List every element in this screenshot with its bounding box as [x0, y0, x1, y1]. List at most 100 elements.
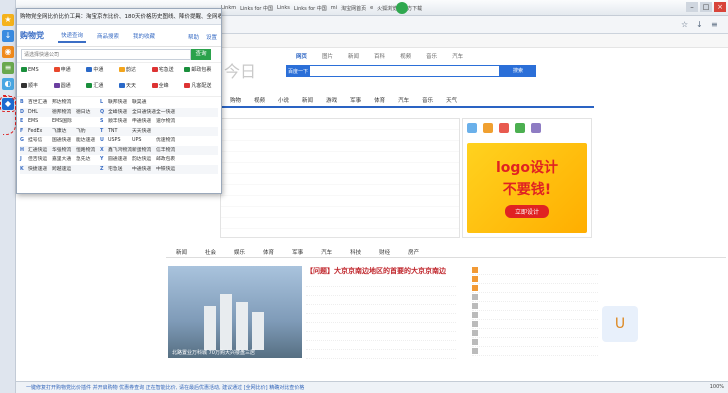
courier-link[interactable]: EMS [28, 117, 52, 127]
u-logo-icon[interactable]: U [602, 306, 638, 342]
favorite-courier[interactable]: 汇通 [86, 81, 119, 90]
courier-link[interactable]: 百世汇通 [28, 98, 52, 108]
bookmark-item[interactable]: Links for 中国 [240, 5, 273, 12]
web-search-input[interactable] [310, 65, 500, 77]
nav-link[interactable]: 军事 [350, 96, 361, 106]
favorite-courier[interactable]: 申通 [53, 65, 87, 74]
nav-link[interactable]: 汽车 [398, 96, 409, 106]
chat-icon[interactable]: ◐ [2, 78, 14, 90]
courier-link[interactable]: 华强物流 [52, 146, 76, 156]
web-search-button[interactable]: 搜索 [500, 65, 536, 77]
search-tab[interactable]: 汽车 [452, 52, 463, 60]
courier-link[interactable]: TNT [108, 127, 132, 137]
query-button[interactable]: 查询 [191, 49, 211, 60]
courier-link[interactable]: USPS [108, 136, 132, 146]
rank-item[interactable] [472, 302, 598, 311]
courier-link[interactable]: 天天快递 [132, 127, 156, 137]
courier-link[interactable]: 嘉里大通 [52, 155, 76, 165]
bookmark-item[interactable]: mi [331, 5, 337, 11]
rank-item[interactable] [472, 311, 598, 320]
favorite-courier[interactable]: 天天 [119, 81, 152, 90]
courier-link[interactable]: 急先达 [76, 155, 100, 165]
news-item[interactable] [306, 314, 456, 323]
download-icon[interactable]: ↓ [2, 30, 14, 42]
courier-link[interactable]: 跨越速运 [52, 165, 76, 175]
courier-link[interactable]: 鑫飞鸿物流 [108, 146, 132, 156]
courier-link[interactable]: 能达速递 [76, 136, 100, 146]
news-item[interactable] [306, 278, 456, 287]
news-category[interactable]: 新闻 [176, 248, 187, 258]
rss-icon[interactable]: ◉ [2, 46, 14, 58]
news-category[interactable]: 娱乐 [234, 248, 245, 258]
news-category[interactable]: 军事 [292, 248, 303, 258]
courier-link[interactable]: 佳吉快运 [28, 155, 52, 165]
zoom-level[interactable]: 100% [710, 384, 724, 390]
courier-link[interactable] [76, 117, 100, 127]
courier-link[interactable]: FedEx [28, 127, 52, 137]
courier-link[interactable]: 德日达 [76, 108, 100, 118]
favorites-star-icon[interactable]: ★ [2, 14, 14, 26]
courier-link[interactable] [76, 165, 100, 175]
news-item[interactable] [306, 287, 456, 296]
search-tab[interactable]: 图片 [322, 52, 333, 60]
nav-link[interactable]: 新闻 [302, 96, 313, 106]
news-item[interactable] [306, 296, 456, 305]
news-image[interactable]: 北路置业万科城 70万购大兴楼盘三居 [168, 266, 302, 358]
courier-link[interactable]: 飞豹 [76, 127, 100, 137]
news-item[interactable] [306, 323, 456, 332]
courier-link[interactable]: 快捷速递 [28, 165, 52, 175]
site-links-grid[interactable] [220, 118, 460, 238]
mail-icon[interactable] [531, 123, 541, 133]
search-tab[interactable]: 视频 [400, 52, 411, 60]
rank-item[interactable] [472, 320, 598, 329]
search-tab[interactable]: 网页 [296, 52, 307, 60]
bookmark-item[interactable]: e [370, 5, 373, 11]
minimize-icon[interactable]: – [686, 2, 698, 12]
close-icon[interactable]: × [714, 2, 726, 12]
tab-favorites[interactable]: 我的收藏 [130, 30, 158, 42]
nav-link[interactable]: 视频 [254, 96, 265, 106]
nav-link[interactable]: 游戏 [326, 96, 337, 106]
news-category[interactable]: 房产 [408, 248, 419, 258]
address-bar[interactable]: ☆ ↓ ≡ [220, 16, 728, 34]
nav-link[interactable]: 体育 [374, 96, 385, 106]
news-item[interactable] [306, 350, 456, 359]
express-company-input[interactable] [21, 49, 191, 60]
courier-link[interactable]: 联邦快递 [108, 98, 132, 108]
bookmark-item[interactable]: 淘宝网首页 [341, 5, 366, 12]
rank-item[interactable] [472, 266, 598, 275]
notes-icon[interactable]: ≡ [2, 62, 14, 74]
courier-link[interactable] [76, 98, 100, 108]
bookmark-item[interactable]: Links [277, 5, 290, 11]
courier-link[interactable]: 国通快递 [52, 136, 76, 146]
menu-icon[interactable]: ≡ [711, 20, 720, 29]
sun-icon[interactable] [483, 123, 493, 133]
courier-link[interactable]: 挂号信 [28, 136, 52, 146]
weather-icon[interactable] [467, 123, 477, 133]
favorite-courier[interactable]: 凡客配送 [184, 81, 217, 90]
rank-item[interactable] [472, 293, 598, 302]
game-icon[interactable] [515, 123, 525, 133]
courier-link[interactable]: 圆通速递 [108, 155, 132, 165]
courier-link[interactable]: 全日通快递 [132, 108, 156, 118]
courier-link[interactable]: 中通快递 [132, 165, 156, 175]
courier-link[interactable]: DHL [28, 108, 52, 118]
news-item[interactable] [306, 332, 456, 341]
rank-item[interactable] [472, 275, 598, 284]
courier-link[interactable]: 汇通快运 [28, 146, 52, 156]
nav-link[interactable]: 小说 [278, 96, 289, 106]
courier-link[interactable]: 信丰物流 [156, 146, 180, 156]
courier-link[interactable]: 宅急送 [108, 165, 132, 175]
search-tab[interactable]: 新闻 [348, 52, 359, 60]
news-headline[interactable]: 【问题】大京京南边地区的首要的大京京南边 [306, 266, 456, 276]
courier-link[interactable]: 顺丰快递 [108, 117, 132, 127]
search-tab[interactable]: 音乐 [426, 52, 437, 60]
status-text[interactable]: 一键修复打开购物党比价插件 并开启购物 优惠券查询 正在智能比价, 请在最后优惠… [26, 384, 304, 391]
courier-link[interactable]: 邦达物流 [52, 98, 76, 108]
courier-link[interactable]: 飞康达 [52, 127, 76, 137]
courier-link[interactable]: 邮政包裹 [156, 155, 180, 165]
nav-link[interactable]: 购物 [230, 96, 241, 106]
courier-link[interactable]: 德邦物流 [52, 108, 76, 118]
bookmark-item[interactable]: Linkm [221, 5, 236, 11]
courier-link[interactable]: 全一快递 [156, 108, 180, 118]
